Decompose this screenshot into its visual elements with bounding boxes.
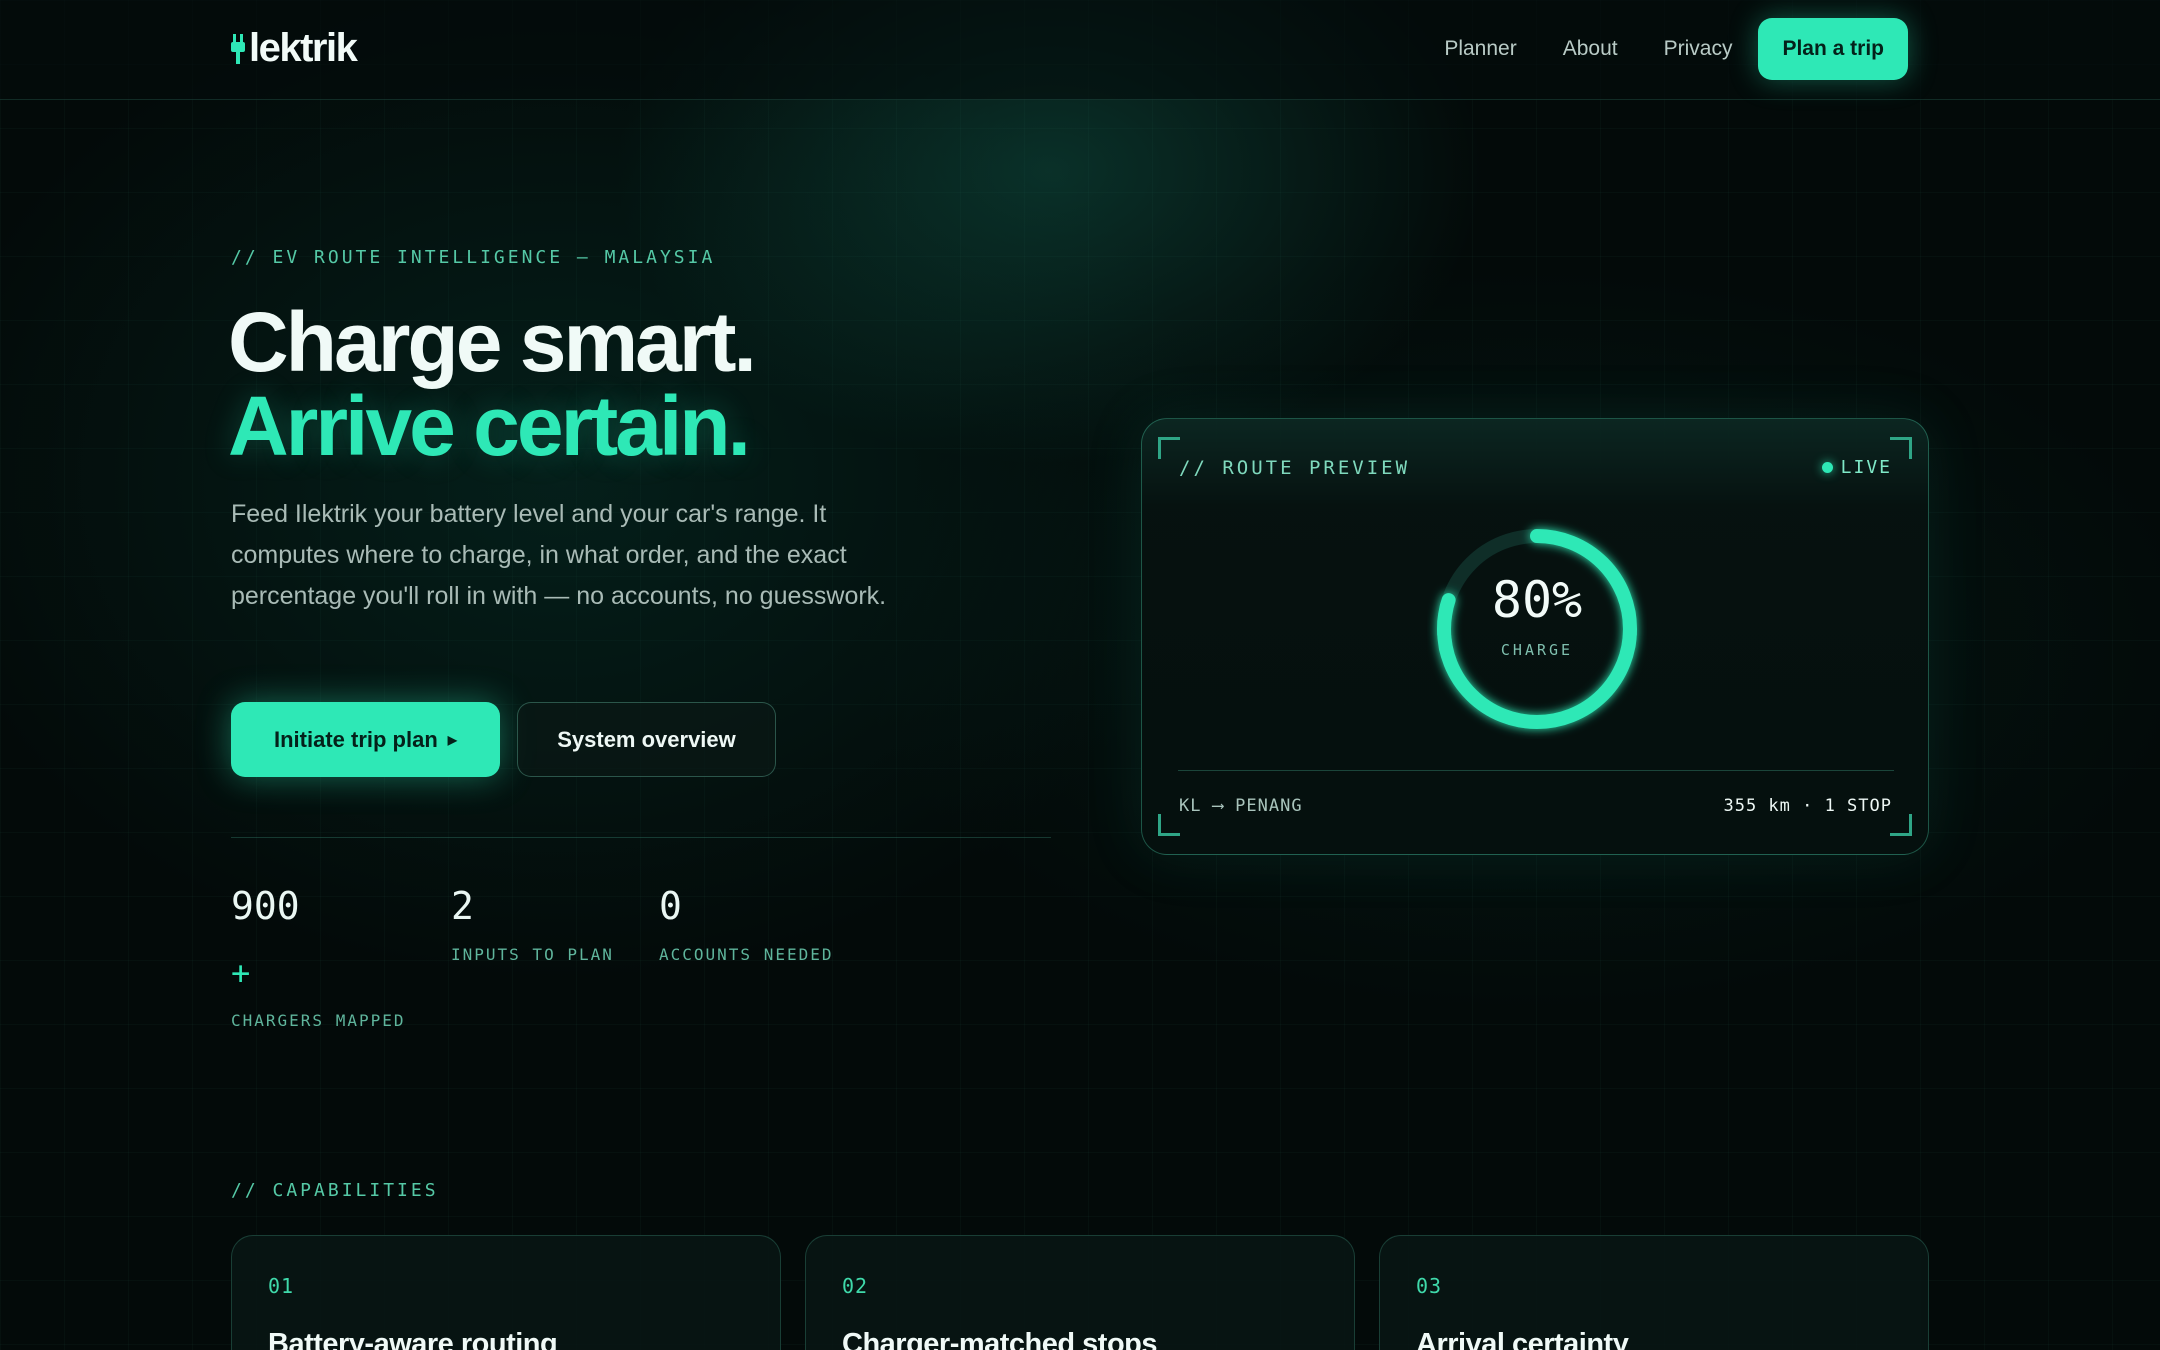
route-label: KL ⟶ PENANG: [1179, 796, 1303, 816]
hero-divider: [231, 837, 1051, 838]
hero-headline-accent: Arrive certain.: [228, 379, 751, 473]
brand-name: lektrik: [249, 26, 358, 70]
nav-link-planner[interactable]: Planner: [1444, 37, 1516, 61]
capability-card[interactable]: 03 Arrival certainty: [1379, 1235, 1929, 1350]
card-divider: [1178, 770, 1894, 771]
plan-trip-button[interactable]: Plan a trip: [1758, 18, 1908, 80]
capability-card[interactable]: 02 Charger-matched stops: [805, 1235, 1355, 1350]
nav-link-about[interactable]: About: [1563, 37, 1618, 61]
live-status-badge: LIVE: [1821, 457, 1892, 478]
stat-label-chargers: CHARGERS MAPPED: [231, 1011, 406, 1030]
initiate-trip-plan-label: Initiate trip plan: [273, 726, 438, 752]
capability-title: Arrival certainty: [1416, 1328, 1629, 1350]
capabilities-eyebrow: // CAPABILITIES: [231, 1180, 439, 1201]
brand-logo[interactable]: lektrik: [231, 26, 358, 71]
stat-label-inputs: INPUTS TO PLAN: [451, 945, 614, 964]
live-dot-icon: [1821, 462, 1833, 473]
stat-value-inputs: 2: [451, 884, 474, 928]
capability-number: 02: [842, 1274, 869, 1298]
corner-bracket: [1890, 814, 1912, 836]
charge-percentage: 80%: [1491, 571, 1583, 629]
nav-link-privacy[interactable]: Privacy: [1664, 37, 1733, 61]
capability-card[interactable]: 01 Battery-aware routing: [231, 1235, 781, 1350]
top-navigation: lektrik Planner About Privacy Plan a tri…: [0, 0, 2160, 100]
nav-links: Planner About Privacy Plan a trip: [1444, 18, 1908, 80]
hero-headline-primary: Charge smart.: [228, 295, 757, 389]
capability-title: Battery-aware routing: [268, 1328, 558, 1350]
route-summary: 355 km · 1 STOP: [1723, 796, 1892, 816]
system-overview-button[interactable]: System overview: [517, 702, 776, 777]
initiate-trip-plan-button[interactable]: Initiate trip plan ▶: [231, 702, 500, 777]
stat-label-accounts: ACCOUNTS NEEDED: [659, 945, 834, 964]
stat-suffix-chargers: +: [231, 954, 251, 992]
hero-description: Feed Ilektrik your battery level and you…: [231, 500, 887, 610]
route-preview-card: // ROUTE PREVIEW LIVE 80% CHARGE KL ⟶ PE…: [1141, 418, 1929, 855]
charge-label: CHARGE: [1500, 641, 1574, 659]
capability-title: Charger-matched stops: [842, 1328, 1158, 1350]
capability-number: 01: [268, 1274, 295, 1298]
play-triangle-icon: ▶: [447, 732, 458, 747]
stat-value-chargers: 900: [231, 884, 300, 928]
corner-bracket: [1890, 437, 1912, 459]
live-status-label: LIVE: [1840, 457, 1892, 478]
plug-icon: [231, 33, 245, 64]
charge-ring: [1437, 529, 1637, 729]
stat-value-accounts: 0: [659, 884, 682, 928]
corner-bracket: [1158, 437, 1180, 459]
corner-bracket: [1158, 814, 1180, 836]
hero-eyebrow: // EV ROUTE INTELLIGENCE — MALAYSIA: [231, 247, 716, 268]
route-preview-title: // ROUTE PREVIEW: [1179, 457, 1411, 479]
capability-number: 03: [1416, 1274, 1443, 1298]
